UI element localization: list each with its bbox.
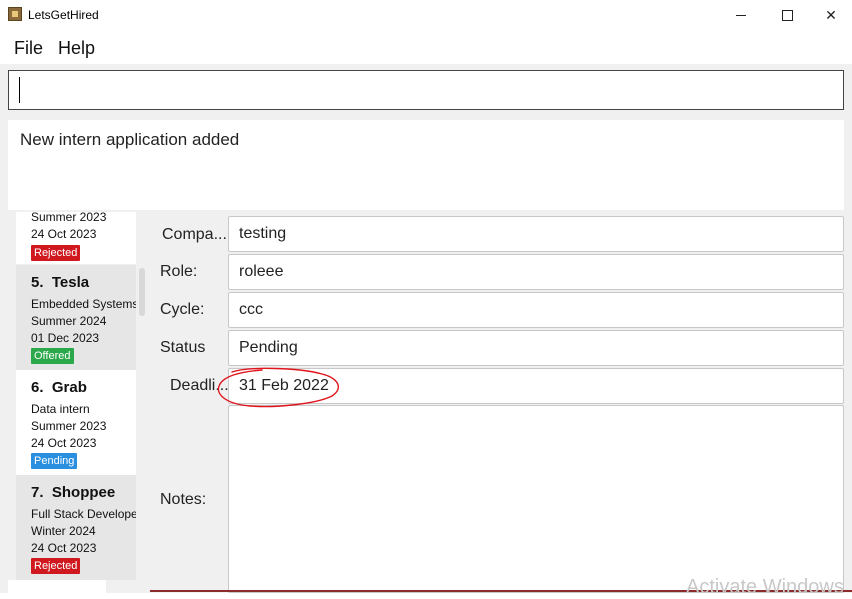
list-item[interactable]: Summer 2023 24 Oct 2023 Rejected bbox=[16, 212, 143, 264]
status-badge: Rejected bbox=[31, 245, 81, 261]
deadline-value: 31 Feb 2022 bbox=[239, 377, 329, 394]
close-icon: ✕ bbox=[825, 6, 837, 23]
app-icon bbox=[8, 7, 22, 21]
role-field[interactable]: roleee bbox=[228, 254, 844, 290]
result-message: New intern application added bbox=[20, 130, 240, 149]
list-item-deadline: 24 Oct 2023 bbox=[31, 227, 97, 241]
menu-bar: File Help bbox=[0, 30, 852, 64]
status-badge: Pending bbox=[31, 453, 78, 469]
list-item-cycle: Winter 2024 bbox=[31, 524, 96, 538]
status-badge: Offered bbox=[31, 348, 74, 364]
deadline-field[interactable]: 31 Feb 2022 bbox=[228, 368, 844, 404]
list-item-title: 5. Tesla bbox=[31, 274, 90, 291]
list-item-title: 7. Shoppee bbox=[31, 484, 116, 501]
minimize-button[interactable] bbox=[718, 0, 764, 30]
list-item-deadline: 01 Dec 2023 bbox=[31, 331, 100, 345]
title-bar: LetsGetHired ✕ bbox=[0, 0, 852, 30]
status-badge: Rejected bbox=[31, 558, 81, 574]
list-item-title: 6. Grab bbox=[31, 379, 87, 396]
role-label: Role: bbox=[160, 263, 198, 280]
command-input[interactable] bbox=[8, 70, 844, 110]
notes-label: Notes: bbox=[160, 491, 207, 508]
list-item-role: Data intern bbox=[31, 402, 90, 416]
company-value: testing bbox=[239, 225, 287, 242]
list-item-deadline: 24 Oct 2023 bbox=[31, 436, 97, 450]
company-field[interactable]: testing bbox=[228, 216, 844, 252]
list-item[interactable]: 5. Tesla Embedded Systems Summer 2024 01… bbox=[16, 265, 143, 370]
application-list[interactable]: Summer 2023 24 Oct 2023 Rejected 5. Tesl… bbox=[8, 212, 150, 593]
text-caret bbox=[19, 77, 20, 103]
list-item[interactable]: 7. Shoppee Full Stack Develope Winter 20… bbox=[16, 475, 143, 580]
list-item-cycle: Summer 2024 bbox=[31, 314, 107, 328]
maximize-button[interactable] bbox=[764, 0, 810, 30]
list-item-role: Embedded Systems bbox=[31, 297, 139, 311]
minimize-icon bbox=[736, 14, 746, 16]
company-label: Compa... bbox=[162, 226, 227, 243]
list-item-cycle: Summer 2023 bbox=[31, 212, 107, 224]
notes-field[interactable] bbox=[228, 405, 844, 593]
window-title: LetsGetHired bbox=[28, 8, 99, 22]
role-value: roleee bbox=[239, 263, 284, 280]
list-item-role: Full Stack Develope bbox=[31, 507, 138, 521]
status-field[interactable]: Pending bbox=[228, 330, 844, 366]
maximize-icon bbox=[781, 9, 793, 21]
deadline-label: Deadli... bbox=[170, 377, 229, 394]
cycle-field[interactable]: ccc bbox=[228, 292, 844, 328]
windows-watermark: Activate Windows bbox=[686, 576, 844, 598]
scrollbar-thumb[interactable] bbox=[139, 268, 145, 316]
list-item-deadline: 24 Oct 2023 bbox=[31, 541, 97, 555]
close-button[interactable]: ✕ bbox=[808, 0, 852, 30]
cycle-value: ccc bbox=[239, 301, 263, 318]
status-value: Pending bbox=[239, 339, 298, 356]
list-item[interactable] bbox=[8, 580, 106, 593]
cycle-label: Cycle: bbox=[160, 301, 205, 318]
menu-help[interactable]: Help bbox=[58, 38, 95, 59]
menu-file[interactable]: File bbox=[14, 38, 43, 59]
status-label: Status bbox=[160, 339, 206, 356]
list-item[interactable]: 6. Grab Data intern Summer 2023 24 Oct 2… bbox=[16, 370, 143, 475]
list-item-cycle: Summer 2023 bbox=[31, 419, 107, 433]
